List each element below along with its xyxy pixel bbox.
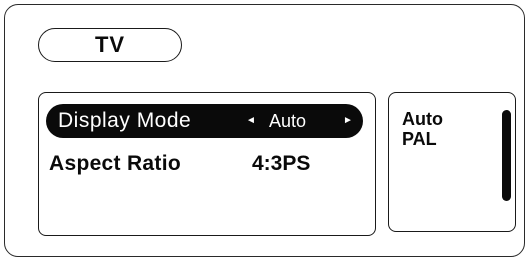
option-pal[interactable]: PAL bbox=[402, 129, 437, 150]
arrow-left-icon[interactable]: ◄ bbox=[246, 104, 256, 138]
tab-tv-label: TV bbox=[94, 32, 126, 57]
display-mode-value: Auto bbox=[269, 111, 307, 131]
display-mode-label: Display Mode bbox=[58, 109, 192, 132]
options-scrollbar[interactable] bbox=[502, 110, 511, 201]
settings-panel: Display Mode ◄ Auto ► Aspect Ratio 4:3PS bbox=[38, 92, 376, 236]
option-auto[interactable]: Auto bbox=[402, 109, 443, 130]
aspect-ratio-value: 4:3PS bbox=[252, 152, 311, 175]
arrow-right-icon[interactable]: ► bbox=[343, 104, 353, 138]
aspect-ratio-label: Aspect Ratio bbox=[49, 152, 181, 175]
setting-row-display-mode[interactable]: Display Mode ◄ Auto ► bbox=[46, 104, 363, 138]
tab-tv[interactable]: TV bbox=[38, 28, 182, 62]
options-panel: Auto PAL bbox=[388, 92, 516, 232]
setting-row-aspect-ratio[interactable]: Aspect Ratio 4:3PS bbox=[46, 147, 363, 181]
